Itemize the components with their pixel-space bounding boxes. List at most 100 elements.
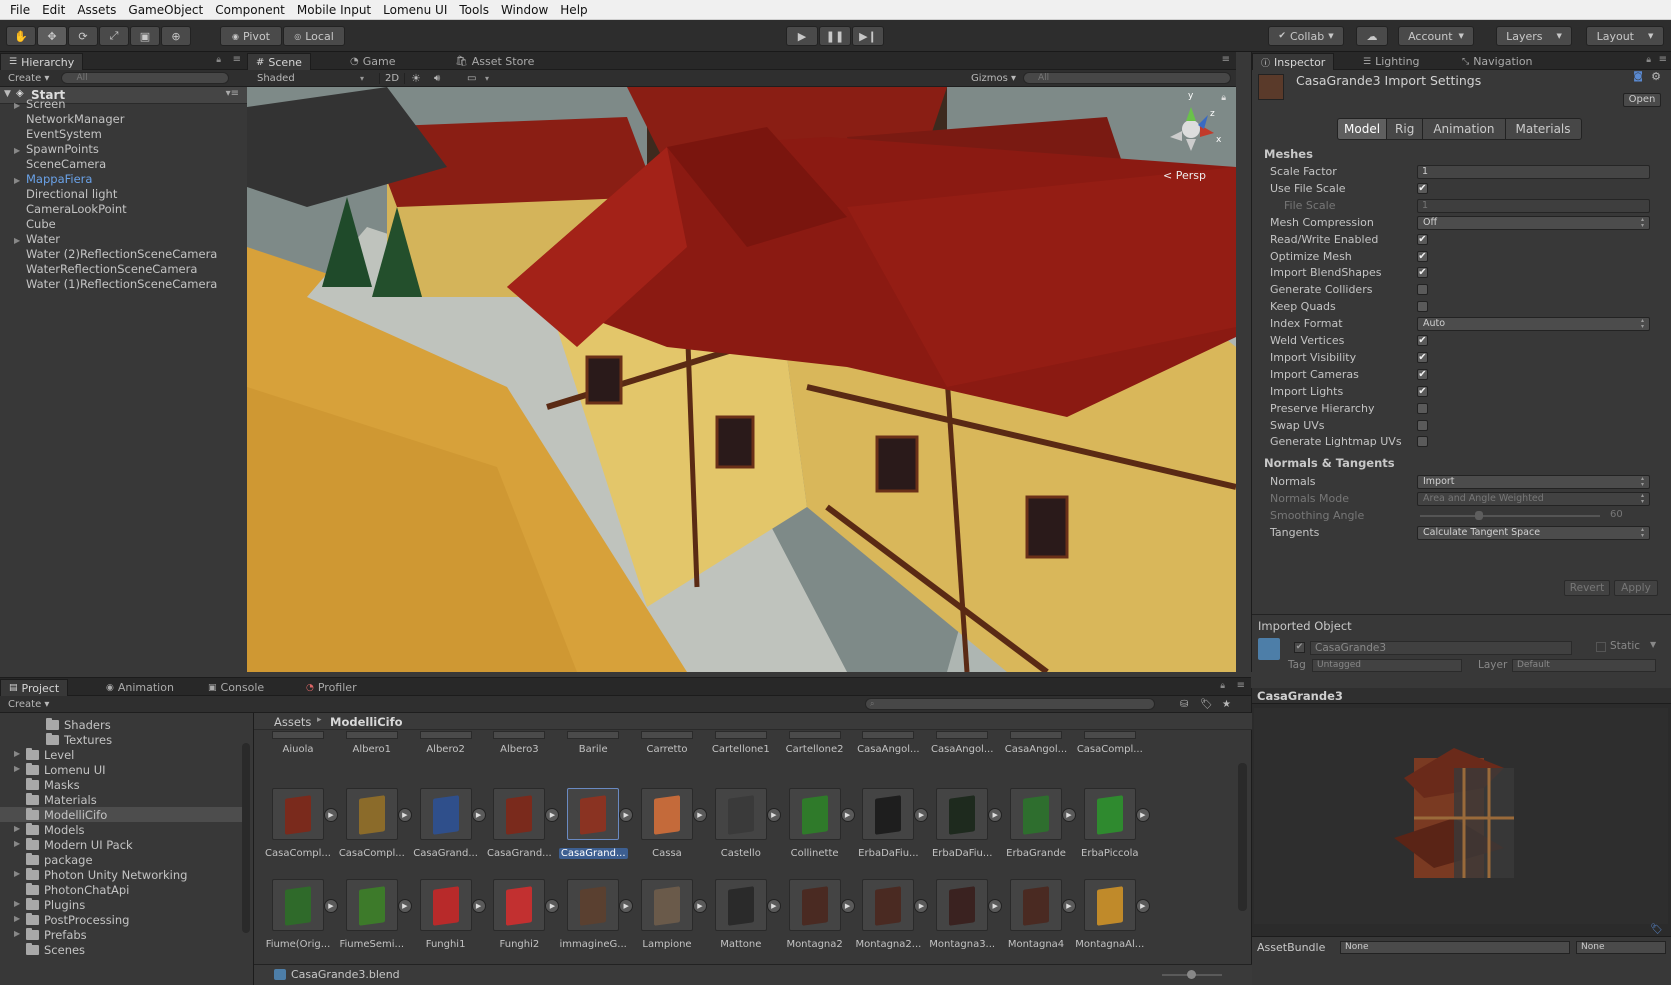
slider-value[interactable]: 60 — [1610, 509, 1623, 520]
property-checkbox[interactable]: ✔ — [1417, 250, 1428, 262]
hierarchy-item[interactable]: ▶ SpawnPoints — [14, 142, 99, 157]
hierarchy-item[interactable]: SceneCamera — [14, 157, 106, 172]
menu-help[interactable]: Help — [554, 3, 593, 17]
property-checkbox[interactable] — [1417, 284, 1428, 296]
cloud-button[interactable]: ☁ — [1356, 26, 1388, 46]
help-icon[interactable]: ◙ — [1633, 71, 1643, 82]
expand-arrow-icon[interactable]: ▶ — [14, 869, 20, 878]
property-checkbox[interactable]: ✔ — [1417, 233, 1428, 245]
property-dropdown[interactable]: Calculate Tangent Space — [1417, 525, 1650, 540]
asset-item[interactable]: ▶ Montagna3... — [926, 879, 1003, 950]
expand-arrow-icon[interactable]: ▶ — [1135, 808, 1150, 822]
property-checkbox[interactable]: ✔ — [1417, 351, 1428, 363]
panel-menu-icon[interactable]: ≡ — [233, 54, 241, 65]
rect-tool-button[interactable]: ▣ — [130, 26, 160, 46]
scene-viewport[interactable]: y z x < Persp 🔒︎ — [247, 87, 1236, 672]
folder-item[interactable]: ▶ Models — [0, 822, 245, 837]
dropdown-icon[interactable]: ▼ — [1650, 640, 1656, 649]
property-field[interactable]: 1 — [1417, 198, 1650, 213]
asset-item[interactable]: ▶ Collinette — [779, 788, 855, 859]
menu-edit[interactable]: Edit — [36, 3, 71, 17]
folder-item[interactable]: ▶ Modern UI Pack — [0, 837, 245, 852]
projection-toggle[interactable]: < Persp — [1163, 169, 1206, 182]
panel-menu-icon[interactable]: ≡ — [1659, 54, 1667, 65]
hierarchy-item[interactable]: NetworkManager — [14, 112, 124, 127]
favorite-star-icon[interactable]: ★ — [1222, 699, 1231, 710]
effects-toggle-icon[interactable]: ▭ — [467, 73, 476, 84]
asset-item[interactable]: ▶ MontagnaAl... — [1074, 879, 1150, 950]
light-toggle-icon[interactable]: ☀ — [411, 72, 421, 85]
tab-navigation[interactable]: ⤡ Navigation — [1454, 53, 1541, 70]
asset-item[interactable]: CasaAngol... — [1000, 731, 1072, 755]
folder-item[interactable]: ModelliCifo — [0, 807, 245, 822]
property-slider[interactable] — [1420, 514, 1600, 517]
expand-arrow-icon[interactable]: ▶ — [14, 914, 20, 923]
filter-label-icon[interactable]: 🏷︎ — [1200, 699, 1213, 710]
filter-type-icon[interactable]: ⛁ — [1180, 699, 1188, 710]
expand-arrow-icon[interactable]: ▶ — [14, 929, 20, 938]
folder-item[interactable]: Masks — [0, 777, 245, 792]
breadcrumb-assets[interactable]: Assets — [274, 715, 311, 729]
property-field[interactable]: 1 — [1417, 165, 1650, 179]
property-checkbox[interactable]: ✔ — [1417, 182, 1428, 194]
property-dropdown[interactable]: Area and Angle Weighted — [1417, 491, 1650, 506]
asset-item[interactable]: ▶ FiumeSemi... — [336, 879, 412, 950]
property-dropdown[interactable]: Off — [1417, 215, 1650, 230]
hierarchy-item[interactable]: CameraLookPoint — [14, 202, 127, 217]
expand-arrow-icon[interactable]: ▶ — [14, 176, 24, 185]
tab-game[interactable]: ◔ Game — [342, 53, 403, 70]
asset-item[interactable]: CasaCompl... — [1074, 731, 1146, 755]
property-dropdown[interactable]: Auto — [1417, 317, 1650, 332]
menu-mobile-input[interactable]: Mobile Input — [291, 3, 377, 17]
asset-item[interactable]: CasaAngol... — [926, 731, 998, 755]
menu-file[interactable]: File — [4, 3, 36, 17]
asset-item[interactable]: ▶ CasaGrand... — [483, 788, 560, 859]
property-checkbox[interactable]: ✔ — [1417, 335, 1428, 346]
hierarchy-item[interactable]: Cube — [14, 217, 56, 232]
tab-inspector[interactable]: ⓘ Inspector — [1252, 53, 1335, 70]
tag-icon[interactable]: 🏷︎ — [1650, 924, 1663, 935]
static-checkbox[interactable] — [1596, 642, 1606, 652]
asset-item[interactable]: ▶ Cassa — [631, 788, 707, 859]
lock-icon[interactable]: 🔒︎ — [216, 55, 221, 65]
slider-handle[interactable] — [1475, 510, 1484, 520]
expand-arrow-icon[interactable]: ▶ — [1135, 899, 1150, 913]
expand-arrow-icon[interactable]: ▶ — [14, 146, 24, 155]
subtab-animation[interactable]: Animation — [1423, 118, 1506, 140]
model-preview[interactable] — [1254, 708, 1668, 924]
folder-item[interactable]: ▶ Photon Unity Networking — [0, 867, 245, 882]
expand-arrow-icon[interactable]: ▶ — [14, 101, 24, 110]
asset-item[interactable]: ▶ ErbaDaFiu... — [926, 788, 1003, 859]
expand-arrow-icon[interactable]: ▶ — [14, 839, 20, 848]
apply-button[interactable]: Apply — [1614, 580, 1658, 596]
asset-item[interactable]: Cartellone1 — [705, 731, 777, 755]
asset-item[interactable]: ▶ Funghi2 — [483, 879, 560, 950]
scene-search-input[interactable]: All — [1023, 72, 1231, 84]
asset-item[interactable]: ▶ ErbaGrande — [1000, 788, 1076, 859]
asset-item[interactable]: Albero1 — [336, 731, 408, 755]
asset-item[interactable]: ▶ ErbaDaFiu... — [852, 788, 929, 859]
2d-toggle[interactable]: 2D — [379, 72, 405, 84]
hierarchy-search-input[interactable]: All — [61, 72, 230, 84]
step-button[interactable]: ▶❙ — [852, 26, 884, 46]
folder-item[interactable]: Shaders — [0, 717, 245, 732]
expand-icon[interactable]: ▼ — [4, 89, 11, 99]
hierarchy-item[interactable]: Water (2)ReflectionSceneCamera — [14, 247, 217, 262]
property-checkbox[interactable]: ✔ — [1417, 267, 1428, 279]
hierarchy-item[interactable]: ▶ Screen — [14, 97, 66, 112]
menu-tools[interactable]: Tools — [453, 3, 495, 17]
property-dropdown[interactable]: Import — [1417, 475, 1650, 489]
folder-item[interactable]: Scenes — [0, 942, 245, 957]
property-checkbox[interactable] — [1417, 301, 1428, 313]
create-dropdown[interactable]: Create ▾ — [0, 699, 49, 710]
assetbundle-variant-dropdown[interactable]: None — [1576, 941, 1666, 954]
hierarchy-item[interactable]: Directional light — [14, 187, 117, 202]
asset-item[interactable]: ▶ Lampione — [631, 879, 707, 950]
subtab-materials[interactable]: Materials — [1505, 118, 1582, 140]
menu-component[interactable]: Component — [209, 3, 291, 17]
gizmos-dropdown[interactable]: Gizmos ▾ — [971, 73, 1016, 84]
subtab-model[interactable]: Model — [1337, 118, 1388, 140]
active-checkbox[interactable]: ✔ — [1294, 642, 1305, 653]
layer-dropdown[interactable]: Default — [1512, 659, 1656, 672]
asset-item[interactable]: ▶ Fiume(Orig... — [262, 879, 338, 950]
